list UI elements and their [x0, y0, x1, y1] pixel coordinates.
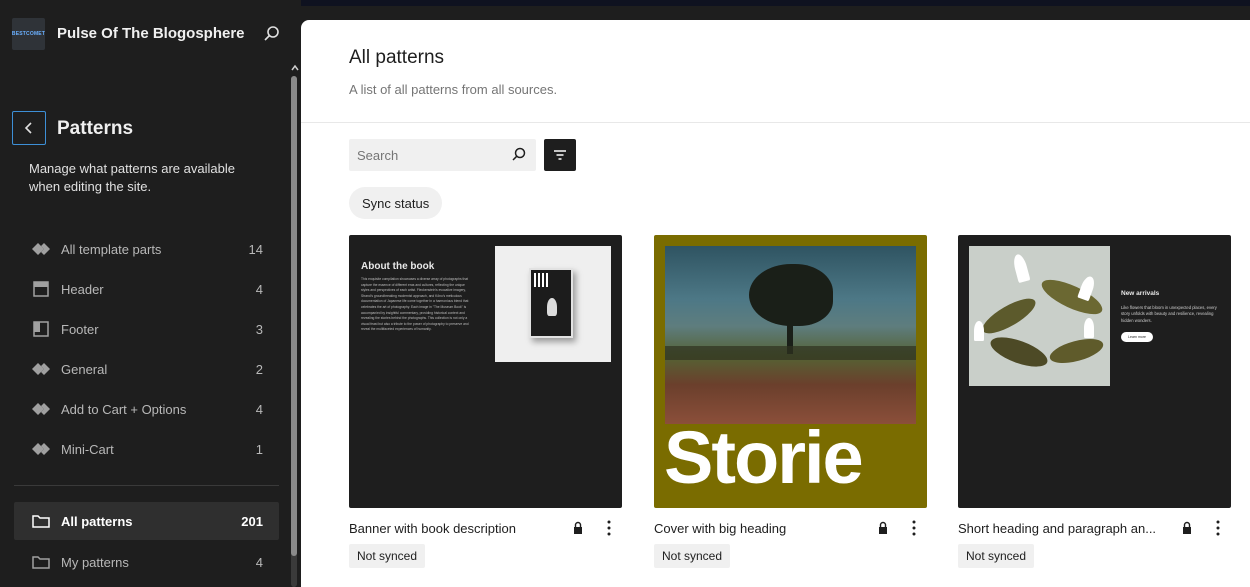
sidebar-item-count: 14	[248, 242, 263, 257]
pattern-preview[interactable]: About the book This exquisite compilatio…	[349, 235, 622, 508]
sidebar-item-general[interactable]: General 2	[14, 350, 279, 388]
sidebar-description: Manage what patterns are available when …	[29, 161, 235, 194]
lock-icon	[879, 521, 887, 534]
sidebar-item-all-patterns[interactable]: All patterns 201	[14, 502, 279, 540]
sidebar-item-count: 4	[255, 555, 263, 570]
pattern-title: Banner with book description	[349, 521, 516, 536]
sync-status-badge: Not synced	[654, 544, 731, 568]
page-title: All patterns	[349, 47, 445, 68]
sidebar-heading: Patterns	[57, 118, 134, 139]
header-divider	[301, 122, 1250, 123]
sidebar-item-mini-cart[interactable]: Mini-Cart 1	[14, 430, 279, 468]
sidebar: BESTCOMET Pulse Of The Blogosphere Patte…	[0, 0, 301, 587]
lock-icon	[1183, 521, 1191, 534]
preview-body: This exquisite compilation showcases a d…	[361, 277, 469, 332]
preview-body: Like flowers that bloom in unexpected pl…	[1121, 305, 1217, 323]
sidebar-item-count: 2	[255, 362, 263, 377]
filter-icon	[554, 150, 566, 160]
preview-learn-more-button: Learn more	[1121, 332, 1153, 342]
main-content: All patterns A list of all patterns from…	[301, 20, 1250, 587]
search-input[interactable]	[349, 139, 504, 171]
sidebar-item-count: 3	[255, 322, 263, 337]
preview-heading: Storie	[664, 416, 864, 499]
diamond-icon	[32, 363, 50, 375]
search-icon[interactable]	[510, 146, 528, 164]
sidebar-item-label: All patterns	[61, 514, 133, 529]
pattern-title: Cover with big heading	[654, 521, 787, 536]
sidebar-scrollbar-thumb[interactable]	[291, 76, 297, 556]
field-photo	[665, 246, 916, 424]
footer-layout-icon	[33, 321, 49, 337]
sidebar-divider	[14, 485, 279, 486]
sync-status-badge: Not synced	[958, 544, 1035, 568]
preview-heading: About the book	[361, 261, 435, 272]
more-options-icon[interactable]	[1210, 518, 1226, 538]
header-layout-icon	[33, 281, 49, 297]
sidebar-item-count: 1	[255, 442, 263, 457]
more-options-icon[interactable]	[601, 518, 617, 538]
folder-icon	[32, 556, 50, 569]
sidebar-item-footer[interactable]: Footer 3	[14, 310, 279, 348]
flower-image	[969, 246, 1110, 386]
sidebar-item-label: Add to Cart + Options	[61, 402, 187, 417]
search-icon[interactable]	[262, 24, 282, 44]
sidebar-item-label: Mini-Cart	[61, 442, 114, 457]
sidebar-item-count: 201	[241, 514, 263, 529]
sync-status-filter-chip[interactable]: Sync status	[349, 187, 443, 219]
diamond-icon	[32, 443, 50, 455]
sidebar-item-label: All template parts	[61, 242, 162, 257]
sidebar-item-label: General	[61, 362, 108, 377]
sidebar-item-my-patterns[interactable]: My patterns 4	[14, 543, 279, 581]
sidebar-item-header[interactable]: Header 4	[14, 270, 279, 308]
sidebar-item-label: Header	[61, 282, 104, 297]
sidebar-item-all-template-parts[interactable]: All template parts 14	[14, 230, 279, 268]
back-button[interactable]	[12, 111, 46, 145]
pattern-preview[interactable]: Storie	[654, 235, 927, 508]
site-title[interactable]: Pulse Of The Blogosphere	[57, 25, 245, 42]
sync-status-badge: Not synced	[349, 544, 426, 568]
sidebar-item-label: My patterns	[61, 555, 129, 570]
lock-icon	[574, 521, 582, 534]
sidebar-item-count: 4	[255, 282, 263, 297]
pattern-preview[interactable]: New arrivals Like flowers that bloom in …	[958, 235, 1231, 508]
sidebar-item-add-to-cart-options[interactable]: Add to Cart + Options 4	[14, 390, 279, 428]
filter-button[interactable]	[544, 139, 576, 171]
scroll-up-arrow-icon[interactable]	[290, 63, 300, 73]
diamond-icon	[32, 403, 50, 415]
pattern-title: Short heading and paragraph an...	[958, 521, 1157, 536]
sidebar-item-label: Footer	[61, 322, 99, 337]
more-options-icon[interactable]	[906, 518, 922, 538]
diamond-icon	[32, 243, 50, 255]
book-image	[495, 246, 611, 362]
search-field[interactable]	[349, 139, 536, 171]
folder-icon	[32, 515, 50, 528]
page-subtitle: A list of all patterns from all sources.	[349, 82, 558, 97]
site-logo-text: BESTCOMET	[11, 31, 46, 37]
preview-heading: New arrivals	[1121, 290, 1160, 297]
chevron-left-icon	[24, 122, 32, 134]
sidebar-item-count: 4	[255, 402, 263, 417]
site-logo[interactable]: BESTCOMET	[12, 18, 45, 50]
